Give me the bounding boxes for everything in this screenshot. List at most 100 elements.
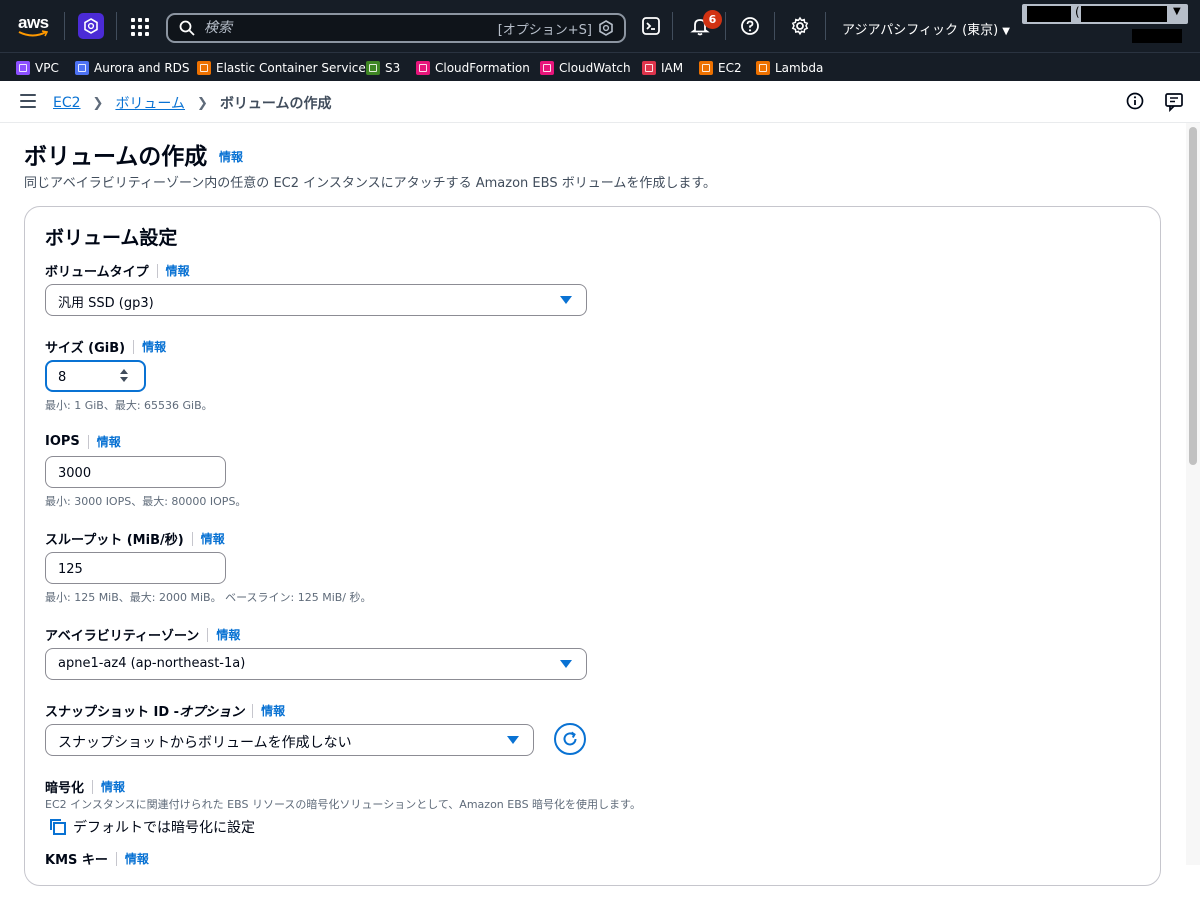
nav-divider (774, 12, 775, 40)
region-label: アジアパシフィック (東京) (842, 23, 999, 38)
encryption-description: EC2 インスタンスに関連付けられた EBS リソースの暗号化ソリューションとし… (45, 798, 641, 811)
top-navigation: aws [オプション+S] (0, 0, 1200, 52)
favorite-lambda[interactable]: Lambda (756, 61, 823, 75)
favorite-iam[interactable]: IAM (642, 61, 683, 75)
amazon-q-button[interactable] (78, 13, 104, 39)
encryption-default-option[interactable]: デフォルトでは暗号化に設定 (49, 817, 255, 837)
redacted-block (1027, 6, 1071, 22)
az-select[interactable]: apne1-az4 (ap-northeast-1a) (45, 648, 587, 680)
size-input-wrapper (45, 360, 146, 392)
breadcrumb: EC2 ❯ ボリューム ❯ ボリュームの作成 (53, 93, 332, 113)
services-grid-icon[interactable] (131, 18, 149, 36)
menu-icon[interactable] (20, 94, 36, 108)
page-title: ボリュームの作成 (24, 144, 208, 170)
vpc-icon (16, 61, 30, 75)
volume-settings-panel: ボリューム設定 ボリュームタイプ 情報 汎用 SSD (gp3) サイズ (GiB… (24, 206, 1161, 886)
volume-type-label: ボリュームタイプ 情報 (45, 262, 190, 280)
gear-icon (791, 16, 809, 36)
kms-label: KMS キー 情報 (45, 850, 149, 868)
search-icon (179, 20, 195, 36)
encryption-info-link[interactable]: 情報 (101, 778, 125, 795)
title-info-link[interactable]: 情報 (219, 148, 243, 165)
refresh-icon (563, 731, 577, 746)
iam-icon (642, 61, 656, 75)
redacted-block (1132, 29, 1182, 43)
favorite-cloudwatch[interactable]: CloudWatch (540, 61, 631, 75)
volume-type-select[interactable]: 汎用 SSD (gp3) (45, 284, 587, 316)
ec2-icon (699, 61, 713, 75)
lambda-icon (756, 61, 770, 75)
size-label: サイズ (GiB) 情報 (45, 338, 167, 356)
az-info-link[interactable]: 情報 (216, 626, 240, 643)
cloudshell-button[interactable] (640, 15, 662, 37)
throughput-input[interactable] (58, 559, 198, 579)
account-menu[interactable]: ( ▼ (1022, 4, 1188, 24)
cloudformation-icon (416, 61, 430, 75)
breadcrumb-bar: EC2 ❯ ボリューム ❯ ボリュームの作成 (0, 81, 1200, 123)
chevron-right-icon: ❯ (92, 95, 104, 111)
throughput-label: スループット (MiB/秒) 情報 (45, 530, 225, 548)
iops-constraint: 最小: 3000 IOPS、最大: 80000 IOPS。 (45, 495, 247, 508)
help-icon (741, 17, 759, 35)
refresh-snapshots-button[interactable] (554, 723, 586, 755)
caret-down-icon (560, 660, 572, 668)
throughput-constraint: 最小: 125 MiB、最大: 2000 MiB。 ベースライン: 125 Mi… (45, 591, 372, 604)
page-scrollbar[interactable] (1186, 123, 1200, 865)
kms-info-link[interactable]: 情報 (125, 850, 149, 867)
iops-label: IOPS 情報 (45, 433, 121, 450)
decrement-icon (120, 377, 128, 382)
breadcrumb-ec2[interactable]: EC2 (53, 95, 81, 111)
throughput-info-link[interactable]: 情報 (201, 530, 225, 547)
nav-divider (64, 12, 65, 40)
favorite-aurora-rds[interactable]: Aurora and RDS (75, 61, 190, 75)
account-paren: ( (1075, 5, 1080, 19)
feedback-icon[interactable] (1164, 92, 1184, 112)
settings-button[interactable] (789, 15, 811, 37)
notification-badge: 6 (703, 10, 722, 29)
size-info-link[interactable]: 情報 (142, 338, 166, 355)
s3-icon (366, 61, 380, 75)
info-icon[interactable] (1126, 92, 1144, 110)
favorite-vpc[interactable]: VPC (16, 61, 59, 75)
caret-down-icon (560, 296, 572, 304)
ecs-icon (197, 61, 211, 75)
scrollbar-thumb[interactable] (1189, 127, 1197, 465)
size-input[interactable] (58, 367, 108, 387)
aws-logo[interactable]: aws (16, 10, 50, 40)
nav-divider (825, 12, 826, 40)
redacted-block (1081, 6, 1167, 22)
iops-input-wrapper (45, 456, 226, 488)
nav-divider (116, 12, 117, 40)
caret-down-icon: ▼ (1173, 6, 1181, 17)
size-constraint: 最小: 1 GiB、最大: 65536 GiB。 (45, 399, 213, 412)
number-stepper[interactable] (120, 369, 130, 385)
iops-input[interactable] (58, 463, 198, 483)
encryption-label: 暗号化 情報 (45, 778, 126, 796)
favorite-ec2[interactable]: EC2 (699, 61, 742, 75)
help-button[interactable] (739, 15, 761, 37)
breadcrumb-volumes[interactable]: ボリューム (115, 93, 185, 113)
favorite-s3[interactable]: S3 (366, 61, 400, 75)
favorite-cloudformation[interactable]: CloudFormation (416, 61, 530, 75)
snapshot-info-link[interactable]: 情報 (261, 702, 285, 719)
snapshot-label: スナップショット ID - オプション 情報 (45, 702, 286, 720)
terminal-icon (642, 17, 660, 35)
increment-icon (120, 369, 128, 374)
volume-type-info-link[interactable]: 情報 (166, 262, 190, 279)
q-hexagon-icon (84, 18, 98, 34)
rds-icon (75, 61, 89, 75)
region-selector[interactable]: アジアパシフィック (東京) ▼ (842, 19, 1010, 38)
favorite-ecs[interactable]: Elastic Container Service (197, 61, 366, 75)
iops-info-link[interactable]: 情報 (97, 433, 121, 450)
search-input[interactable] (204, 18, 484, 38)
q-hexagon-icon (599, 20, 613, 36)
snapshot-select[interactable]: スナップショットからボリュームを作成しない (45, 724, 534, 756)
breadcrumb-current: ボリュームの作成 (219, 96, 332, 112)
search-bar[interactable]: [オプション+S] (166, 13, 626, 43)
nav-divider (672, 12, 673, 40)
panel-title: ボリューム設定 (45, 227, 178, 249)
search-shortcut: [オプション+S] (497, 23, 592, 38)
caret-down-icon: ▼ (1002, 26, 1010, 37)
page-description: 同じアベイラビリティーゾーン内の任意の EC2 インスタンスにアタッチする Am… (24, 176, 717, 191)
chevron-right-icon: ❯ (197, 95, 208, 111)
